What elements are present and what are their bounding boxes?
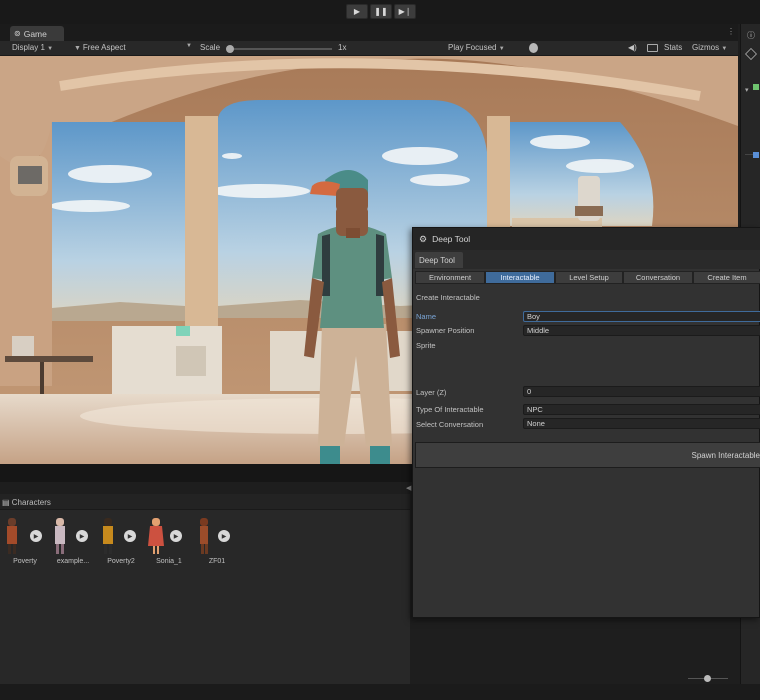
character-thumbnail — [7, 518, 17, 554]
gamepad-icon: ⊚ — [14, 29, 21, 38]
character-thumbnail — [148, 518, 164, 554]
status-bar — [0, 684, 760, 700]
more-options-icon[interactable]: ⋮ — [727, 27, 735, 36]
deep-tool-window[interactable]: ⚙ Deep Tool Deep Tool Environment Intera… — [412, 227, 760, 618]
character-card-1[interactable]: ▶ example... — [52, 516, 98, 568]
play-preview-icon[interactable]: ▶ — [30, 530, 42, 542]
scale-label: Scale — [200, 43, 221, 52]
section-tab-interactable[interactable]: Interactable — [485, 271, 555, 284]
info-icon[interactable]: ⓘ — [747, 30, 755, 41]
scale-slider-track[interactable] — [228, 48, 332, 50]
sprite-label: Sprite — [416, 341, 436, 350]
character-label: Poverty — [13, 558, 37, 565]
play-icon: ▶ — [353, 7, 361, 16]
stats-toggle[interactable]: Stats — [664, 43, 682, 52]
character-label: example... — [56, 558, 90, 565]
layer-input[interactable]: 0 — [523, 386, 760, 397]
mute-audio-icon[interactable]: ◀) — [628, 43, 637, 52]
aspect-dropdown[interactable]: ▼ Free Aspect ▼ — [74, 43, 192, 52]
conversation-dropdown[interactable]: None — [523, 418, 760, 429]
character-thumbnail — [200, 518, 208, 554]
character-label: Poverty2 — [107, 558, 135, 565]
game-tab-strip — [0, 24, 738, 41]
play-preview-icon[interactable]: ▶ — [76, 530, 88, 542]
spawner-position-dropdown[interactable]: Middle — [523, 325, 760, 336]
gizmos-dropdown[interactable]: Gizmos ▼ — [692, 43, 727, 52]
name-input[interactable]: Boy — [523, 311, 760, 322]
section-tab-level-setup[interactable]: Level Setup — [555, 271, 623, 284]
section-heading: Create Interactable — [416, 293, 480, 302]
play-button[interactable]: ▶ — [346, 4, 368, 19]
section-tab-create-item[interactable]: Create Item — [693, 271, 760, 284]
pause-icon: ❚❚ — [374, 7, 388, 16]
tab-characters[interactable]: ▤ Characters — [2, 498, 51, 507]
interactable-type-dropdown[interactable]: NPC — [523, 404, 760, 415]
scale-value: 1x — [338, 43, 347, 52]
interactable-type-label: Type Of Interactable — [416, 405, 484, 414]
play-mode-dropdown[interactable]: Play Focused ▼ — [448, 43, 505, 52]
character-card-0[interactable]: ▶ Poverty — [4, 516, 50, 568]
section-tab-environment[interactable]: Environment — [415, 271, 485, 284]
game-tab-label: Game — [23, 28, 47, 39]
character-thumbnail — [55, 518, 65, 554]
character-thumbnail — [103, 518, 113, 554]
character-label: Sonia_1 — [156, 558, 182, 565]
tool-tab-bar — [413, 250, 760, 269]
stats-icon[interactable] — [647, 44, 658, 52]
tool-title: Deep Tool — [432, 234, 471, 244]
record-icon[interactable] — [529, 43, 538, 53]
component-icon — [753, 152, 759, 158]
tab-deep-tool[interactable]: Deep Tool — [415, 252, 463, 268]
name-label: Name — [416, 312, 437, 321]
scale-slider-handle[interactable] — [226, 45, 234, 53]
character-card-4[interactable]: ▶ ZF01 — [196, 516, 242, 568]
collapse-arrow-icon[interactable]: ◀ — [406, 484, 411, 492]
play-preview-icon[interactable]: ▶ — [170, 530, 182, 542]
select-conversation-label: Select Conversation — [416, 420, 484, 429]
status-dot-icon — [753, 84, 759, 90]
zoom-slider-handle[interactable] — [704, 675, 711, 682]
folder-icon: ▤ — [2, 498, 12, 507]
tool-title-bar[interactable]: ⚙ Deep Tool — [413, 228, 760, 250]
display-dropdown[interactable]: Display 1 ▼ — [12, 43, 53, 52]
tool-window-icon: ⚙ — [419, 233, 428, 244]
character-label: ZF01 — [208, 558, 226, 565]
tab-game[interactable]: ⊚ Game — [10, 26, 64, 41]
play-preview-icon[interactable]: ▶ — [124, 530, 136, 542]
spawner-position-label: Spawner Position — [416, 326, 475, 335]
pause-button[interactable]: ❚❚ — [370, 4, 392, 19]
spawn-interactable-button[interactable]: Spawn Interactable — [415, 442, 760, 468]
cube-icon — [745, 48, 757, 60]
characters-tab-bar — [0, 494, 410, 510]
step-button[interactable]: ▶❘ — [394, 4, 416, 19]
expand-icon[interactable]: ▾ — [745, 86, 749, 94]
layer-label: Layer (Z) — [416, 388, 447, 397]
step-icon: ▶❘ — [398, 7, 412, 16]
character-card-2[interactable]: ▶ Poverty2 — [100, 516, 146, 568]
left-window — [46, 122, 185, 321]
play-preview-icon[interactable]: ▶ — [218, 530, 230, 542]
character-card-3[interactable]: ▶ Sonia_1 — [148, 516, 194, 568]
section-tab-conversation[interactable]: Conversation — [623, 271, 693, 284]
